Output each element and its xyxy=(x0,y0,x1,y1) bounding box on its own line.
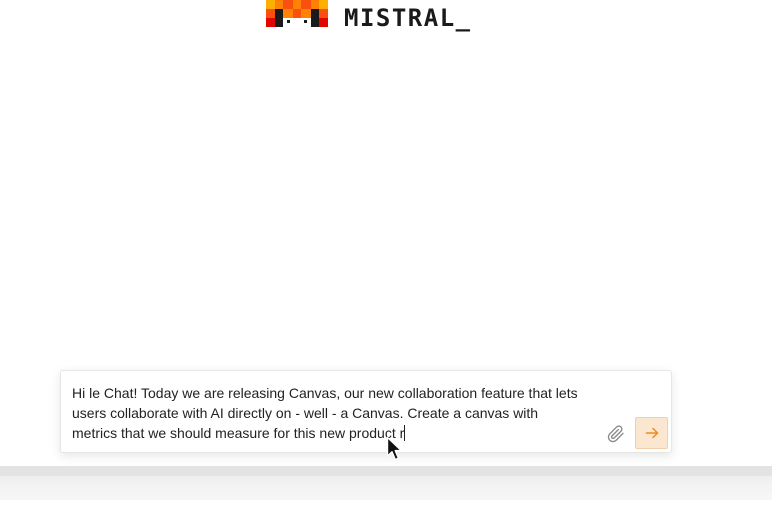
message-input[interactable]: Hi le Chat! Today we are releasing Canva… xyxy=(72,383,582,443)
message-input-text: Hi le Chat! Today we are releasing Canva… xyxy=(72,385,582,441)
mistral-pixel-logo-icon xyxy=(266,0,328,27)
send-button[interactable] xyxy=(635,417,668,449)
bottom-divider-shade xyxy=(0,466,772,476)
text-caret xyxy=(404,425,406,441)
chat-page: MISTRAL_ Hi le Chat! Today we are releas… xyxy=(0,0,772,518)
mouse-pointer-icon xyxy=(386,436,402,461)
paperclip-icon xyxy=(607,425,624,443)
mistral-logo: MISTRAL_ xyxy=(266,0,472,34)
mistral-wordmark: MISTRAL_ xyxy=(344,4,472,32)
chat-composer: Hi le Chat! Today we are releasing Canva… xyxy=(60,370,672,453)
arrow-right-icon xyxy=(645,427,658,439)
attach-file-button[interactable] xyxy=(605,423,627,445)
